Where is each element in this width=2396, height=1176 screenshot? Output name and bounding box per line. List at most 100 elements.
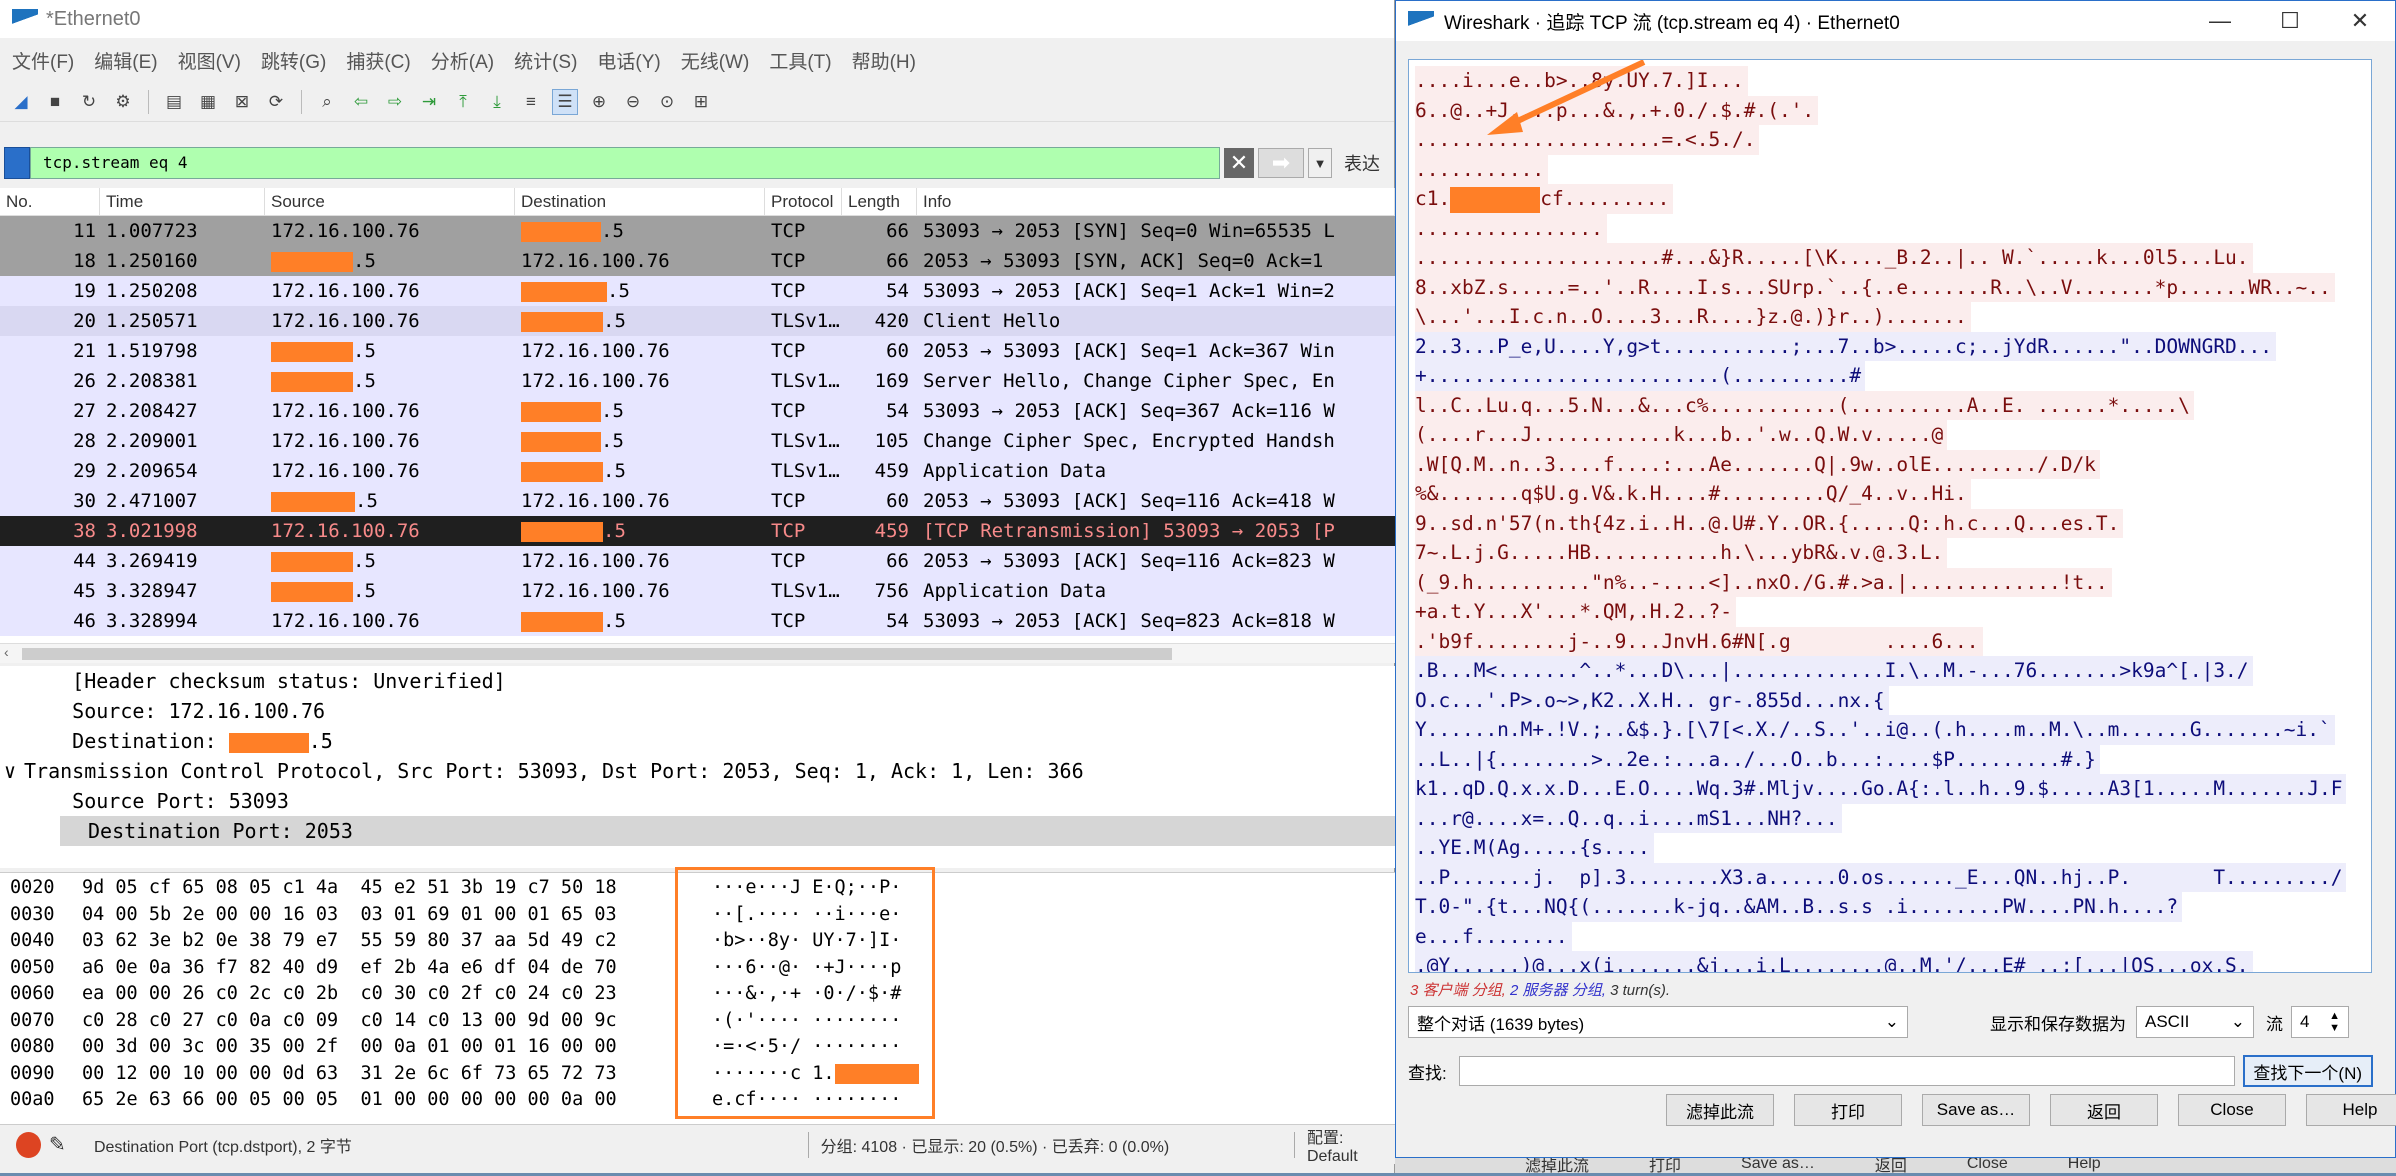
open-file-icon[interactable]: ▤ [161, 89, 187, 115]
autoscroll-icon[interactable]: ≡ [518, 89, 544, 115]
go-to-packet-icon[interactable]: ⇥ [416, 89, 442, 115]
table-row[interactable]: 19 1.250208 172.16.100.76 .5 TCP 54 53093 → 20… [0, 276, 1395, 306]
close-file-icon[interactable]: ⊠ [229, 89, 255, 115]
detail-row[interactable]: Destination: .5 [0, 726, 1395, 756]
detail-row[interactable]: Destination Port: 2053 [60, 816, 1395, 846]
table-row[interactable]: 30 2.471007 .5 172.16.100.76 TCP 60 2053 → 530… [0, 486, 1395, 516]
menu-item[interactable]: 跳转(G) [261, 47, 326, 74]
close-button[interactable]: Close [2178, 1094, 2286, 1126]
clear-filter-icon[interactable]: ✕ [1224, 148, 1254, 178]
detail-text: Destination Port: 2053 [88, 819, 353, 843]
scrollbar-thumb[interactable] [22, 648, 1172, 660]
filter-history-dropdown-icon[interactable]: ▼ [1308, 148, 1332, 178]
scroll-left-icon[interactable]: ‹ [4, 644, 9, 660]
detail-row[interactable]: Source Port: 53093 [0, 786, 1395, 816]
detail-row[interactable]: Source: 172.16.100.76 [0, 696, 1395, 726]
zoom-out-icon[interactable]: ⊖ [620, 89, 646, 115]
edit-comment-icon[interactable]: ✎ [49, 1132, 74, 1157]
status-profile[interactable]: 配置: Default [1307, 1124, 1395, 1166]
display-filter-input[interactable]: tcp.stream eq 4 [30, 147, 1220, 179]
table-row[interactable]: 21 1.519798 .5 172.16.100.76 TCP 60 2053 → 530… [0, 336, 1395, 366]
table-row[interactable]: 18 1.250160 .5 172.16.100.76 TCP 66 2053 → 530… [0, 246, 1395, 276]
filter-bookmark-icon[interactable] [4, 147, 30, 179]
menu-item[interactable]: 编辑(E) [94, 47, 157, 74]
table-row[interactable]: 11 1.007723 172.16.100.76 .5 TCP 66 53093 → 20… [0, 216, 1395, 246]
column-header-destination[interactable]: Destination [515, 188, 765, 215]
restart-capture-icon[interactable]: ↻ [76, 89, 102, 115]
save-file-icon[interactable]: ▦ [195, 89, 221, 115]
table-row[interactable]: 29 2.209654 172.16.100.76 .5 TLSv1… 459 Applic… [0, 456, 1395, 486]
print-button[interactable]: 打印 [1794, 1094, 1902, 1126]
table-row[interactable]: 28 2.209001 172.16.100.76 .5 TLSv1… 105 Change… [0, 426, 1395, 456]
go-last-icon[interactable]: ⤓ [484, 89, 510, 115]
go-forward-icon[interactable]: ⇨ [382, 89, 408, 115]
menu-item[interactable]: 视图(V) [178, 47, 241, 74]
cell-source: .5 [265, 340, 515, 362]
capture-options-icon[interactable]: ⚙ [110, 89, 136, 115]
server-text: +.........................(..........# [1415, 361, 1866, 391]
menu-item[interactable]: 电话(Y) [597, 47, 660, 74]
detail-row[interactable]: ∨ Transmission Control Protocol, Src Port… [0, 756, 1395, 786]
zoom-normal-icon[interactable]: ⊙ [654, 89, 680, 115]
stop-capture-icon[interactable]: ■ [42, 89, 68, 115]
find-input[interactable] [1458, 1056, 2235, 1086]
menu-item[interactable]: 无线(W) [681, 47, 750, 74]
table-row[interactable]: 27 2.208427 172.16.100.76 .5 TCP 54 53093 → 20… [0, 396, 1395, 426]
go-first-icon[interactable]: ⤒ [450, 89, 476, 115]
expander-icon[interactable]: ∨ [0, 756, 24, 786]
table-row[interactable]: 38 3.021998 172.16.100.76 .5 TCP 459 [TCP Retr… [0, 516, 1395, 546]
menu-item[interactable]: 捕获(C) [346, 47, 410, 74]
source-ip: 172.16.100.76 [271, 460, 420, 482]
table-row[interactable]: 26 2.208381 .5 172.16.100.76 TLSv1… 169 Server… [0, 366, 1395, 396]
expert-info-icon[interactable] [16, 1131, 41, 1158]
detail-row[interactable]: [Header checksum status: Unverified] [0, 666, 1395, 696]
menu-item[interactable]: 统计(S) [514, 47, 577, 74]
show-as-select[interactable]: ASCII ⌄ [2136, 1006, 2254, 1038]
byte-hex: 00 12 00 10 00 00 0d 63 31 2e 6c 6f 73 6… [82, 1062, 617, 1084]
start-capture-icon[interactable]: ◢ [8, 89, 34, 115]
redaction-box [271, 341, 353, 362]
zoom-in-icon[interactable]: ⊕ [586, 89, 612, 115]
column-header-no[interactable]: No. [0, 188, 100, 215]
find-packet-icon[interactable]: ⌕ [314, 89, 340, 115]
cell-time: 1.519798 [106, 340, 198, 362]
go-back-icon[interactable]: ⇦ [348, 89, 374, 115]
packet-list-horizontal-scrollbar[interactable]: ‹ [0, 643, 1395, 663]
source-suffix: .5 [353, 580, 376, 602]
spin-arrows-icon[interactable]: ▲ ▼ [2329, 1010, 2340, 1034]
status-separator [1293, 1131, 1295, 1158]
apply-filter-icon[interactable]: ➡ [1258, 148, 1304, 178]
find-next-button[interactable]: 查找下一个(N) [2242, 1055, 2373, 1087]
back-button[interactable]: 返回 [2050, 1094, 2158, 1126]
reload-file-icon[interactable]: ⟳ [263, 89, 289, 115]
menu-item[interactable]: 分析(A) [431, 47, 494, 74]
redaction-box [271, 251, 353, 272]
column-header-source[interactable]: Source [265, 188, 515, 215]
conversation-select[interactable]: 整个对话 (1639 bytes) ⌄ [1408, 1006, 1908, 1038]
close-icon[interactable]: ✕ [2325, 8, 2395, 34]
help-button[interactable]: Help [2306, 1094, 2396, 1126]
stream-text: ..L..|{........>..2e.:...a../...O..b...:… [1415, 747, 2096, 771]
table-row[interactable]: 20 1.250571 172.16.100.76 .5 TLSv1… 420 Client… [0, 306, 1395, 336]
minimize-icon[interactable]: — [2185, 8, 2255, 34]
filter-expression-button[interactable]: 表达 [1344, 150, 1380, 176]
menu-item[interactable]: 工具(T) [769, 47, 831, 74]
menu-item[interactable]: 文件(F) [12, 47, 74, 74]
colorize-icon[interactable]: ☰ [552, 88, 578, 115]
table-row[interactable]: 46 3.328994 172.16.100.76 .5 TCP 54 53093 → 20… [0, 606, 1395, 636]
cell-no: 44 [73, 550, 96, 572]
save-as-button[interactable]: Save as… [1922, 1094, 2030, 1126]
menu-item[interactable]: 帮助(H) [852, 47, 916, 74]
filter-out-stream-button[interactable]: 滤掉此流 [1666, 1094, 1774, 1126]
stream-number-spinbox[interactable]: 4 ▲ ▼ [2291, 1006, 2349, 1038]
stream-content[interactable]: ....i...e..b>..8y.UY.7.]I... 6..@..+J....… [1408, 59, 2372, 973]
column-header-time[interactable]: Time [100, 188, 265, 215]
table-row[interactable]: 45 3.328947 .5 172.16.100.76 TLSv1… 756 Applic… [0, 576, 1395, 606]
column-header-info[interactable]: Info [917, 188, 1395, 215]
resize-columns-icon[interactable]: ⊞ [688, 89, 714, 115]
byte-hex: ea 00 00 26 c0 2c c0 2b c0 30 c0 2f c0 2… [82, 983, 617, 1004]
column-header-protocol[interactable]: Protocol [765, 188, 842, 215]
table-row[interactable]: 44 3.269419 .5 172.16.100.76 TCP 66 2053 → 530… [0, 546, 1395, 576]
maximize-icon[interactable]: ☐ [2255, 8, 2325, 34]
column-header-length[interactable]: Length [842, 188, 917, 215]
